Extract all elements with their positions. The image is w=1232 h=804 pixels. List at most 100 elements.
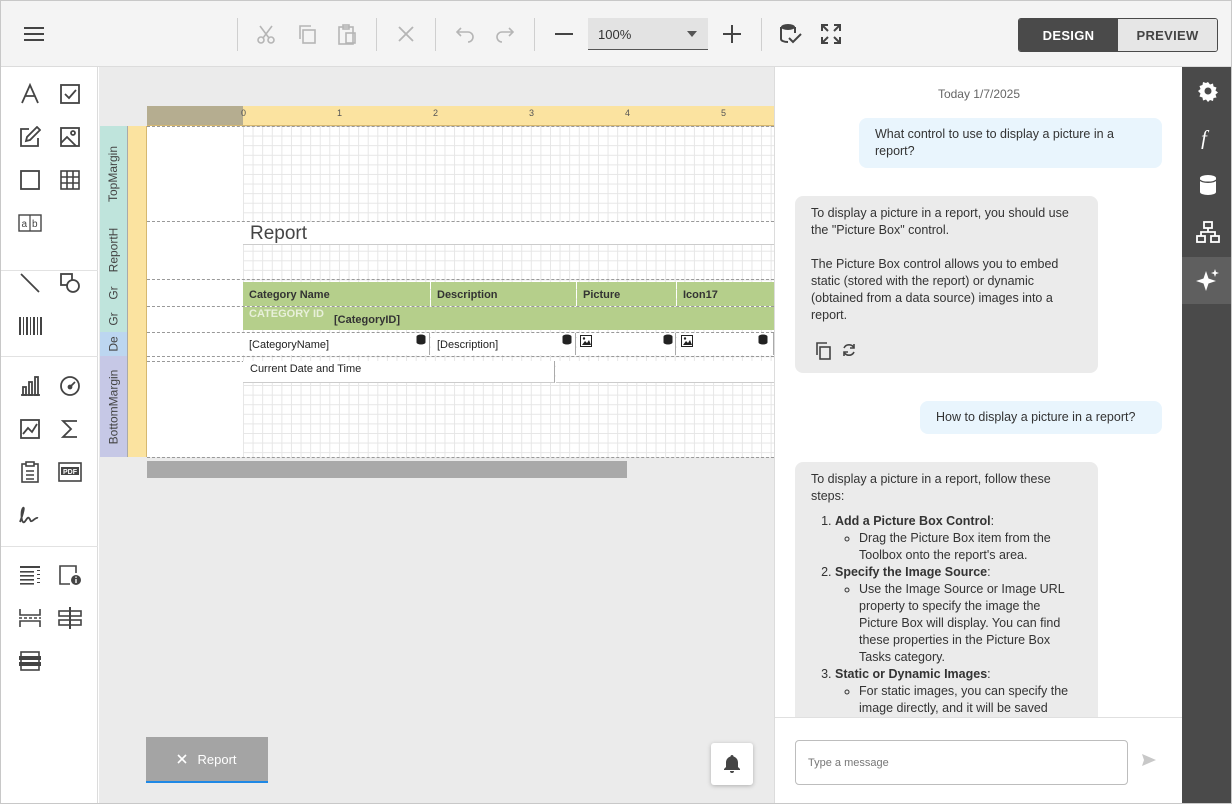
- database-icon: [758, 334, 768, 345]
- expressions-tab[interactable]: f: [1182, 114, 1231, 161]
- signature-tool-icon[interactable]: [17, 502, 43, 528]
- line-tool-icon[interactable]: [17, 270, 43, 296]
- label-tool-icon[interactable]: [17, 81, 43, 107]
- delete-icon[interactable]: [393, 21, 419, 47]
- fullscreen-icon[interactable]: [818, 21, 844, 47]
- tab-report[interactable]: Report: [146, 737, 268, 783]
- band-separator: [147, 279, 774, 280]
- table-tool-icon[interactable]: [57, 167, 83, 193]
- vertical-ruler: [128, 126, 147, 457]
- band-top-margin[interactable]: TopMargin: [100, 126, 128, 221]
- zoom-select[interactable]: 100%: [588, 18, 708, 50]
- summary-sigma-icon[interactable]: [57, 416, 83, 442]
- footer-date-cell[interactable]: Current Date and Time: [243, 361, 555, 383]
- undo-icon[interactable]: [452, 21, 478, 47]
- header-cell[interactable]: Icon17: [677, 282, 774, 306]
- step-item: Specify the Image Source: Use the Image …: [835, 564, 1082, 666]
- step-title: Specify the Image Source: [835, 565, 988, 579]
- steps-list: Add a Picture Box Control: Drag the Pict…: [835, 513, 1082, 717]
- horizontal-scrollbar[interactable]: [147, 461, 627, 478]
- toolbox-separator: [1, 270, 98, 271]
- toolbar-separator: [237, 18, 238, 51]
- footer-cell[interactable]: [556, 361, 774, 383]
- toolbar-separator: [761, 18, 762, 51]
- copy-icon[interactable]: [815, 342, 831, 360]
- left-margin-area: [147, 126, 243, 457]
- hierarchy-icon: [1195, 220, 1220, 243]
- send-button[interactable]: [1139, 750, 1159, 770]
- gauge-tool-icon[interactable]: [57, 373, 83, 399]
- copy-icon[interactable]: [294, 21, 320, 47]
- chat-message-input[interactable]: [795, 740, 1128, 785]
- header-cell[interactable]: Picture: [577, 282, 676, 306]
- detail-cell[interactable]: [CategoryName]: [243, 333, 430, 355]
- step-title: Add a Picture Box Control: [835, 514, 991, 528]
- page-info-tool-icon[interactable]: [57, 562, 83, 588]
- user-message-text: What control to use to display a picture…: [875, 127, 1115, 158]
- band-report-header[interactable]: ReportH: [100, 221, 128, 279]
- character-comb-tool-icon[interactable]: ab: [17, 210, 43, 236]
- report-designer: 100% DESIGN PREVIEW a b PDF 0 1 2 3 4 5 …: [0, 0, 1232, 804]
- close-icon[interactable]: [177, 754, 188, 764]
- header-cell[interactable]: Category Name: [243, 282, 430, 306]
- validate-bindings-icon[interactable]: [778, 21, 804, 47]
- band-separator: [147, 126, 774, 127]
- detail-cell[interactable]: [Description]: [431, 333, 576, 355]
- preview-button[interactable]: PREVIEW: [1118, 19, 1217, 51]
- chat-input-area: [775, 717, 1183, 803]
- band-group-header[interactable]: Gr: [100, 279, 128, 306]
- band-bottom-margin[interactable]: BottomMargin: [100, 356, 128, 457]
- zoom-out-icon[interactable]: [551, 21, 577, 47]
- paste-icon[interactable]: [334, 21, 360, 47]
- ruler-mark: 4: [625, 108, 631, 118]
- panel-tool-icon[interactable]: [17, 167, 43, 193]
- checkbox-tool-icon[interactable]: [57, 81, 83, 107]
- svg-text:PDF: PDF: [63, 469, 78, 476]
- zoom-value: 100%: [598, 27, 632, 42]
- band-separator: [147, 356, 774, 357]
- top-toolbar: 100% DESIGN PREVIEW: [1, 1, 1231, 67]
- svg-text:b: b: [32, 219, 38, 230]
- tab-report-label: Report: [197, 751, 237, 767]
- notification-bell-button[interactable]: [711, 743, 753, 785]
- properties-tab[interactable]: [1182, 67, 1231, 114]
- ai-assistant-tab[interactable]: [1182, 257, 1231, 304]
- band-detail[interactable]: De: [100, 332, 128, 356]
- user-message: What control to use to display a picture…: [859, 118, 1162, 168]
- header-cell[interactable]: Description: [431, 282, 576, 306]
- pdf-content-icon[interactable]: PDF: [57, 459, 83, 485]
- cross-band-box-icon[interactable]: [17, 648, 43, 674]
- picture-box-tool-icon[interactable]: [57, 124, 83, 150]
- toolbar-separator: [534, 18, 535, 51]
- page-break-tool-icon[interactable]: [17, 605, 43, 631]
- design-button[interactable]: DESIGN: [1019, 19, 1118, 51]
- toolbar-separator: [376, 18, 377, 51]
- band-group-header-2[interactable]: Gr: [100, 306, 128, 332]
- table-of-contents-icon[interactable]: [17, 459, 43, 485]
- cross-band-line-icon[interactable]: [57, 605, 83, 631]
- ruler-mark: 2: [433, 108, 439, 118]
- shape-tool-icon[interactable]: [57, 270, 83, 296]
- gear-icon: [1197, 81, 1218, 102]
- chart-tool-icon[interactable]: [17, 373, 43, 399]
- message-actions: [815, 342, 857, 360]
- assistant-intro: To display a picture in a report, follow…: [811, 472, 1051, 503]
- sparkline-tool-icon[interactable]: [17, 416, 43, 442]
- band-separator: [147, 457, 774, 458]
- rich-text-tool-icon[interactable]: [17, 124, 43, 150]
- cut-icon[interactable]: [253, 21, 279, 47]
- group-row-field[interactable]: [CategoryID]: [334, 314, 400, 326]
- ruler-mark: 5: [721, 108, 727, 118]
- report-title[interactable]: Report: [243, 222, 774, 245]
- field-list-tab[interactable]: [1182, 161, 1231, 208]
- toolbox: ab PDF: [1, 67, 98, 803]
- barcode-tool-icon[interactable]: [17, 313, 43, 339]
- hamburger-icon[interactable]: [21, 21, 47, 47]
- ruler-margin: [147, 106, 243, 125]
- chevron-down-icon: [687, 31, 697, 37]
- zoom-in-icon[interactable]: [719, 21, 745, 47]
- report-explorer-tab[interactable]: [1182, 208, 1231, 255]
- subreport-tool-icon[interactable]: [17, 562, 43, 588]
- regenerate-icon[interactable]: [841, 342, 857, 358]
- redo-icon[interactable]: [492, 21, 518, 47]
